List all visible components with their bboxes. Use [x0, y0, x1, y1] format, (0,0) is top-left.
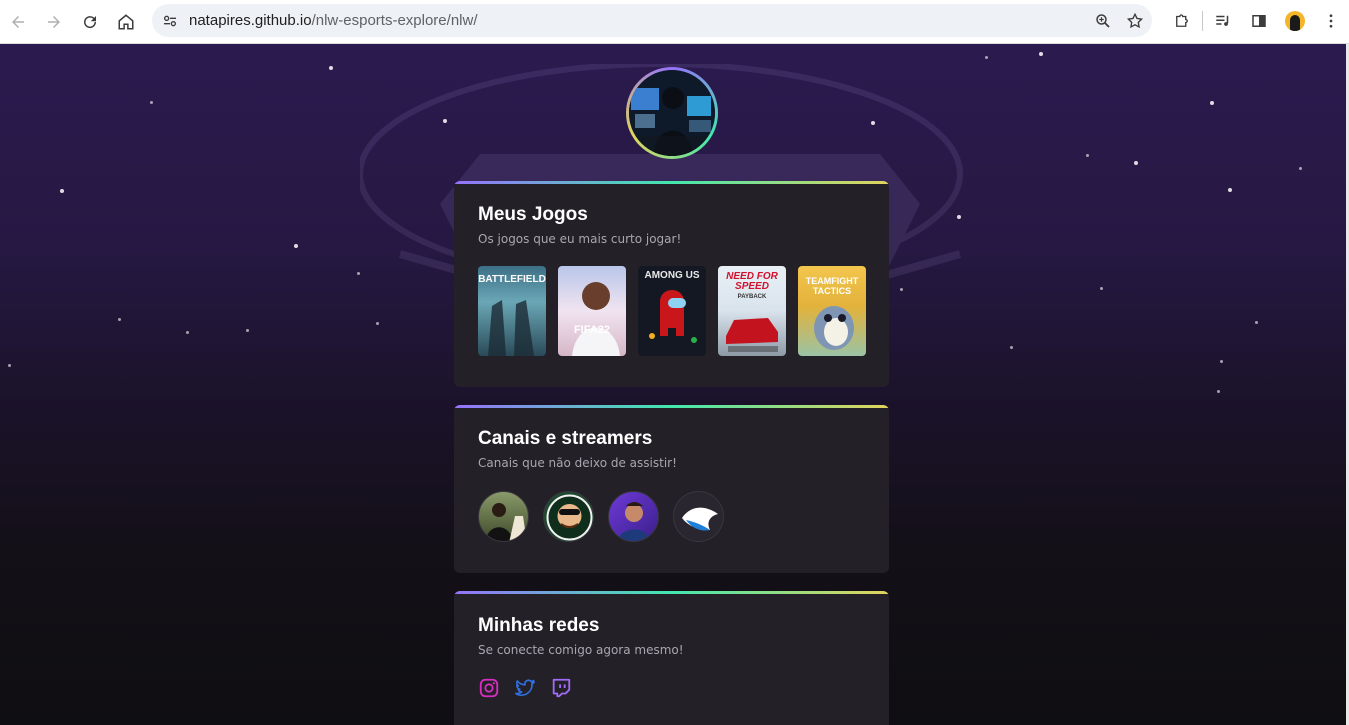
star: [376, 322, 379, 325]
star: [1010, 346, 1013, 349]
game-teamfight-tactics[interactable]: TEAMFIGHT TACTICS: [798, 266, 866, 356]
streamers-title: Canais e streamers: [478, 428, 653, 449]
game-need-for-speed[interactable]: NEED FOR SPEED PAYBACK: [718, 266, 786, 356]
games-card: Meus Jogos Os jogos que eu mais curto jo…: [454, 181, 889, 387]
games-title: Meus Jogos: [478, 204, 588, 225]
twitter-icon: [515, 679, 535, 696]
star: [246, 329, 249, 332]
zoom-icon[interactable]: [1094, 12, 1112, 30]
streamers-subtitle: Canais que não deixo de assistir!: [478, 456, 677, 470]
forward-icon: [48, 15, 60, 28]
star: [1039, 52, 1043, 56]
star: [871, 121, 875, 125]
star: [443, 119, 447, 123]
star: [985, 56, 988, 59]
extensions-button[interactable]: [1164, 4, 1200, 37]
url-host: natapires.github.io: [189, 12, 312, 29]
star: [1210, 101, 1214, 105]
browser-toolbar: natapires.github.io/nlw-esports-explore/…: [0, 0, 1349, 44]
social-title: Minhas redes: [478, 615, 600, 636]
forward-button[interactable]: [36, 4, 72, 40]
social-card: Minhas redes Se conecte comigo agora mes…: [454, 591, 889, 725]
game-fifa22[interactable]: FIFA22: [558, 266, 626, 356]
social-subtitle: Se conecte comigo agora mesmo!: [478, 643, 684, 657]
profile-avatar-large: [626, 67, 718, 159]
star: [1228, 188, 1232, 192]
star: [294, 244, 298, 248]
star: [186, 331, 189, 334]
url-text: natapires.github.io/nlw-esports-explore/…: [189, 12, 478, 29]
star: [8, 364, 11, 367]
home-icon: [118, 13, 134, 29]
side-panel-button[interactable]: [1241, 4, 1277, 37]
menu-button[interactable]: [1313, 4, 1349, 37]
game-among-us[interactable]: AMONG US: [638, 266, 706, 356]
page-background: Meus Jogos Os jogos que eu mais curto jo…: [0, 44, 1349, 725]
twitch-icon: [552, 678, 571, 698]
star: [118, 318, 121, 321]
star: [150, 101, 153, 104]
home-button[interactable]: [108, 4, 144, 40]
games-subtitle: Os jogos que eu mais curto jogar!: [478, 232, 682, 246]
toolbar-divider: [1202, 10, 1203, 31]
instagram-icon: [479, 678, 499, 698]
profile-button[interactable]: [1277, 4, 1313, 37]
star: [329, 66, 333, 70]
streamer-avatar-3[interactable]: [608, 491, 659, 542]
side-panel-icon: [1252, 14, 1266, 27]
star: [1086, 154, 1089, 157]
star: [1134, 161, 1138, 165]
media-control-button[interactable]: [1205, 4, 1241, 37]
reload-icon: [84, 15, 97, 28]
url-path: /nlw-esports-explore/nlw/: [311, 12, 478, 29]
star: [900, 288, 903, 291]
streamer-avatar-1[interactable]: [478, 491, 529, 542]
bookmark-star-icon[interactable]: [1126, 12, 1144, 30]
star: [60, 189, 64, 193]
star: [1299, 167, 1302, 170]
instagram-link[interactable]: [478, 677, 500, 699]
profile-avatar: [1285, 10, 1305, 31]
extensions-icon: [1176, 13, 1188, 27]
back-button[interactable]: [0, 4, 36, 40]
kebab-menu-icon: [1329, 13, 1333, 28]
streamer-avatar-2[interactable]: [543, 491, 594, 542]
media-control-icon: [1216, 15, 1229, 26]
streamer-avatar-4[interactable]: [673, 491, 724, 542]
star: [1217, 390, 1220, 393]
back-icon: [12, 15, 24, 28]
twitter-link[interactable]: [514, 677, 536, 699]
reload-button[interactable]: [72, 4, 108, 40]
star: [957, 215, 961, 219]
streamers-card: Canais e streamers Canais que não deixo …: [454, 405, 889, 573]
site-settings-icon[interactable]: [160, 11, 180, 31]
star: [1100, 287, 1103, 290]
star: [1220, 360, 1223, 363]
address-bar[interactable]: natapires.github.io/nlw-esports-explore/…: [152, 4, 1152, 37]
star: [1255, 321, 1258, 324]
game-fifa22-label: FIFA22: [573, 324, 611, 336]
profile-photo: [629, 70, 715, 156]
game-battlefield[interactable]: BATTLEFIELD: [478, 266, 546, 356]
twitch-link[interactable]: [550, 677, 572, 699]
star: [357, 272, 360, 275]
